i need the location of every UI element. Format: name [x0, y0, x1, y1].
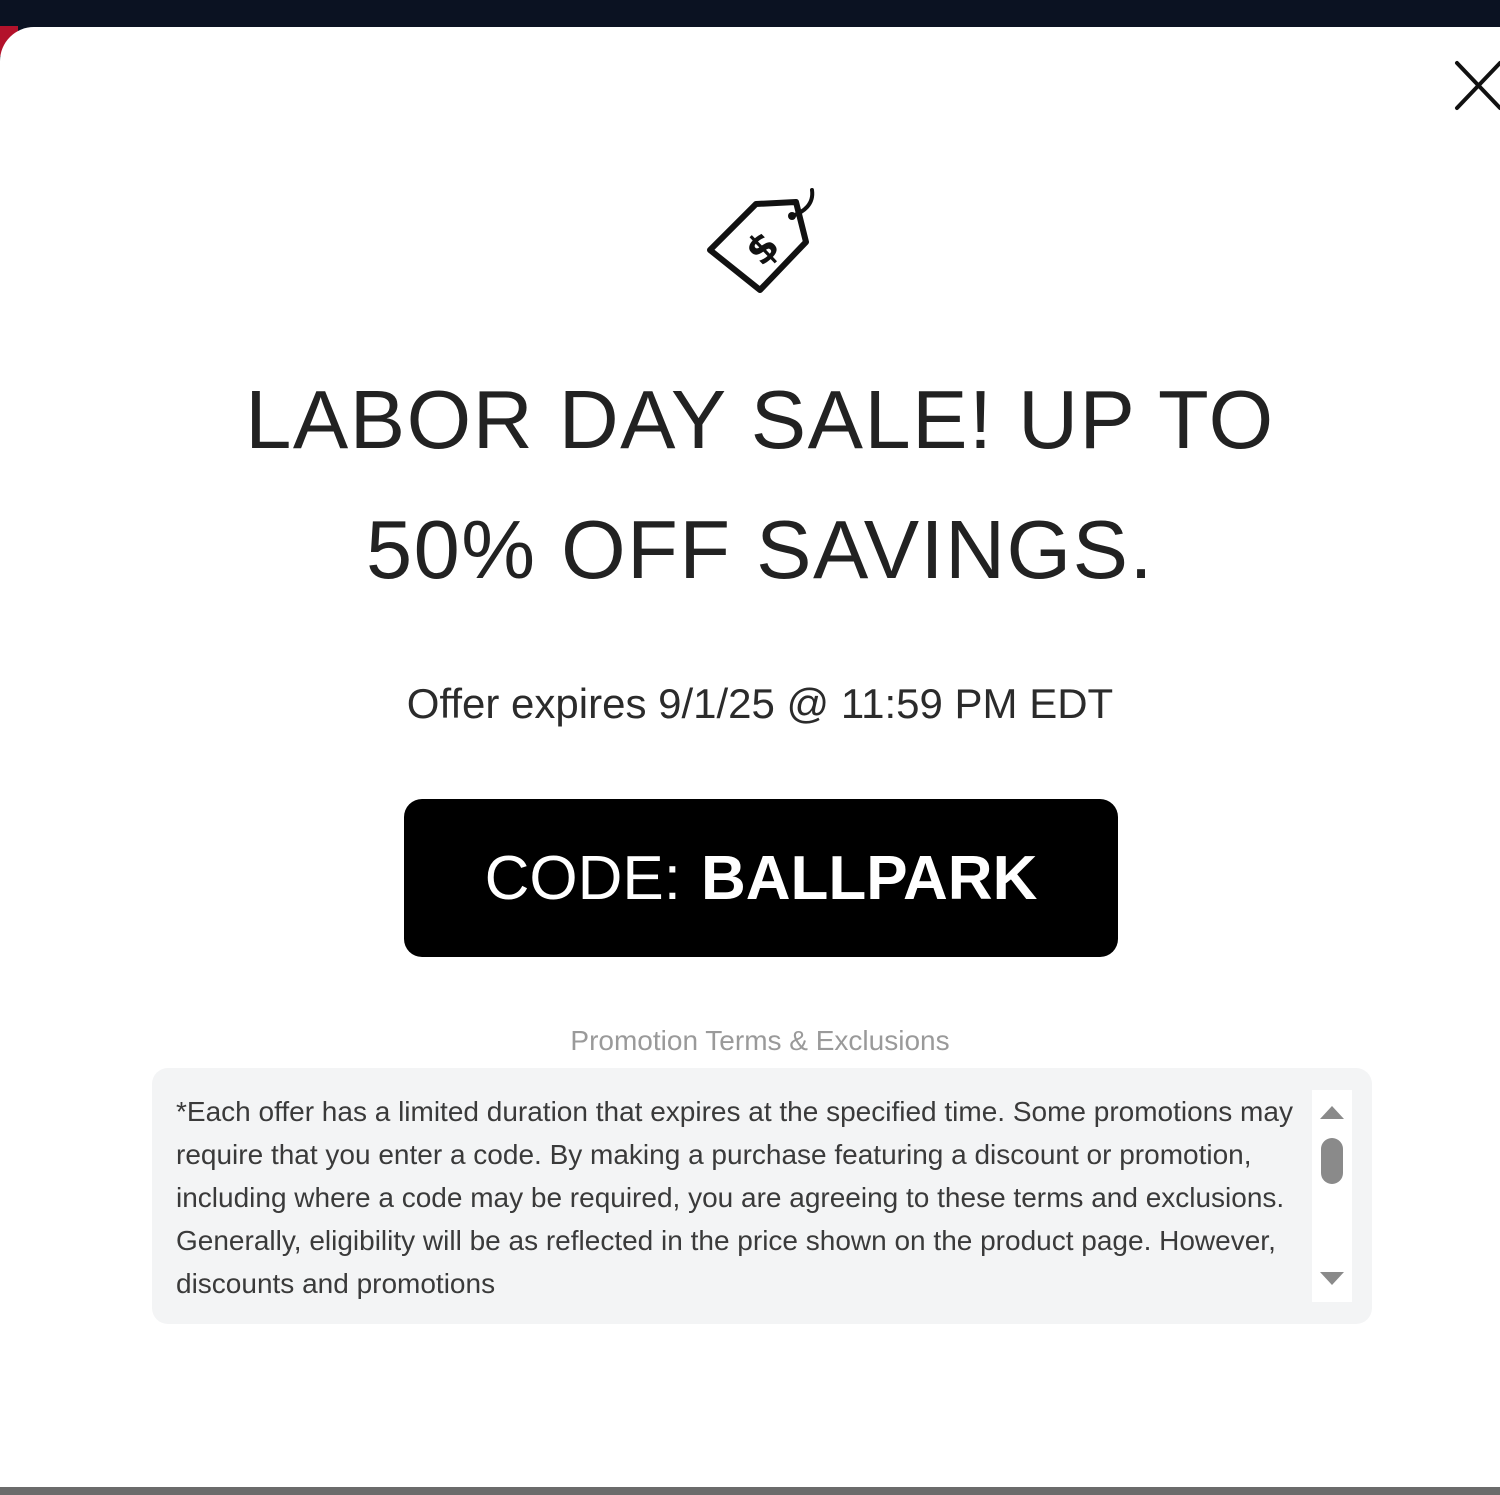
terms-text: *Each offer has a limited duration that … — [176, 1096, 1301, 1299]
headline-line-1: LABOR DAY SALE! UP TO — [245, 373, 1275, 466]
promo-code-button[interactable]: CODE: BALLPARK — [404, 799, 1118, 957]
offer-expiry: Offer expires 9/1/25 @ 11:59 PM EDT — [406, 680, 1114, 727]
terms-scroll-box[interactable]: *Each offer has a limited duration that … — [152, 1068, 1372, 1324]
code-value: BALLPARK — [700, 843, 1038, 913]
headline-line-2: 50% OFF SAVINGS. — [365, 503, 1155, 596]
code-prefix: CODE: — [484, 843, 681, 913]
terms-scrollbar[interactable] — [1312, 1090, 1352, 1302]
close-button[interactable] — [1452, 58, 1500, 112]
terms-title: Promotion Terms & Exclusions — [570, 1025, 950, 1056]
scroll-thumb[interactable] — [1321, 1138, 1343, 1184]
scroll-down-arrow-icon[interactable] — [1320, 1272, 1344, 1285]
close-icon — [1455, 61, 1500, 110]
price-tag-dollar-icon: $ — [704, 186, 820, 300]
scroll-up-arrow-icon[interactable] — [1320, 1106, 1344, 1119]
headline: LABOR DAY SALE! UP TO 50% OFF SAVINGS. — [150, 355, 1370, 615]
page-bottom-strip — [0, 1487, 1500, 1495]
